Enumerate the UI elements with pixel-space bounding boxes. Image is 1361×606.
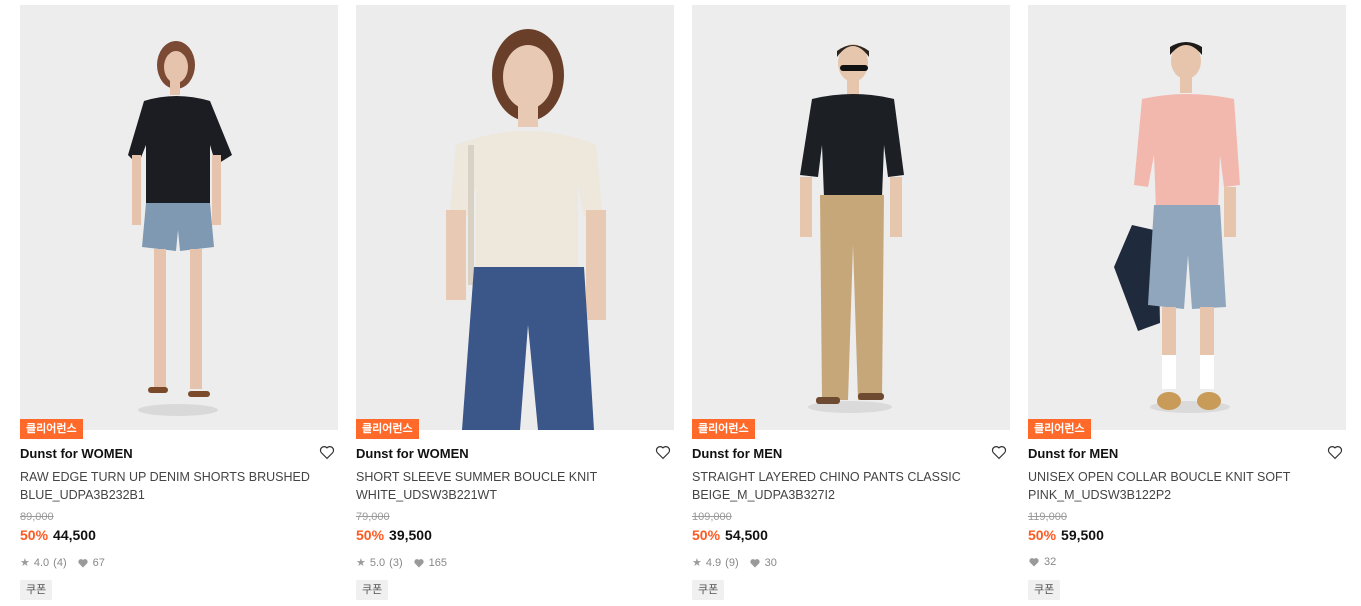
product-title[interactable]: UNISEX OPEN COLLAR BOUCLE KNIT SOFT PINK… [1028,468,1328,504]
model-photo [356,5,674,430]
review-count: (9) [725,556,739,569]
coupon-tag[interactable]: 쿠폰 [356,580,389,600]
like-count: 32 [1044,556,1057,568]
like-heart-icon [77,558,88,567]
clearance-badge: 클리어런스 [692,419,755,439]
star-icon: ★ [20,557,30,569]
review-meta: ★ 4.9 (9) 30 [692,556,777,570]
product-image[interactable] [356,5,674,430]
product-grid: 클리어런스 Dunst for WOMEN RAW EDGE TURN UP D… [20,5,1346,606]
star-icon: ★ [356,557,366,569]
review-meta: ★ 5.0 (3) 165 [356,556,447,570]
sale-price-row: 50% 44,500 [20,527,96,543]
model-photo [692,5,1010,430]
product-title[interactable]: STRAIGHT LAYERED CHINO PANTS CLASSIC BEI… [692,468,992,504]
model-photo [1028,5,1346,430]
sale-price: 59,500 [1061,527,1104,543]
product-image[interactable] [20,5,338,430]
sale-price: 44,500 [53,527,96,543]
product-image[interactable] [1028,5,1346,430]
like-heart-icon [749,558,760,567]
product-image[interactable] [692,5,1010,430]
review-meta: ★ 4.0 (4) 67 [20,556,105,570]
discount-rate: 50% [356,527,385,543]
product-title[interactable]: RAW EDGE TURN UP DENIM SHORTS BRUSHED BL… [20,468,320,504]
wishlist-heart-icon[interactable] [990,443,1008,461]
review-count: (4) [53,556,67,569]
discount-rate: 50% [20,527,49,543]
sale-price: 39,500 [389,527,432,543]
discount-rate: 50% [1028,527,1057,543]
product-card[interactable]: 클리어런스 Dunst for MEN STRAIGHT LAYERED CHI… [692,5,1010,606]
review-meta: 32 [1028,556,1056,568]
brand-name[interactable]: Dunst for WOMEN [20,446,133,461]
like-heart-icon [1029,558,1039,567]
coupon-tag[interactable]: 쿠폰 [692,580,725,600]
product-card[interactable]: 클리어런스 Dunst for MEN UNISEX OPEN COLLAR B… [1028,5,1346,606]
rating-value: 5.0 [369,556,386,569]
rating-value: 4.9 [705,556,722,569]
original-price: 119,000 [1028,511,1067,523]
clearance-badge: 클리어런스 [1028,419,1091,439]
original-price: 89,000 [20,511,54,523]
star-icon: ★ [692,557,702,569]
like-heart-icon [413,558,424,567]
product-card[interactable]: 클리어런스 Dunst for WOMEN SHORT SLEEVE SUMME… [356,5,674,606]
brand-name[interactable]: Dunst for MEN [692,446,782,461]
model-photo [20,5,338,430]
original-price: 79,000 [356,511,390,523]
like-count: 165 [428,556,447,569]
brand-name[interactable]: Dunst for MEN [1028,446,1118,461]
clearance-badge: 클리어런스 [20,419,83,439]
sale-price-row: 50% 59,500 [1028,527,1104,543]
discount-rate: 50% [692,527,721,543]
review-count: (3) [389,556,403,569]
product-card[interactable]: 클리어런스 Dunst for WOMEN RAW EDGE TURN UP D… [20,5,338,606]
like-count: 30 [764,556,777,569]
rating-value: 4.0 [33,556,50,569]
coupon-tag[interactable]: 쿠폰 [20,580,53,600]
sale-price: 54,500 [725,527,768,543]
wishlist-heart-icon[interactable] [654,443,672,461]
wishlist-heart-icon[interactable] [318,443,336,461]
like-count: 67 [92,556,105,569]
coupon-tag[interactable]: 쿠폰 [1028,580,1061,600]
brand-name[interactable]: Dunst for WOMEN [356,446,469,461]
clearance-badge: 클리어런스 [356,419,419,439]
original-price: 109,000 [692,511,732,523]
wishlist-heart-icon[interactable] [1326,443,1344,461]
sale-price-row: 50% 54,500 [692,527,768,543]
sale-price-row: 50% 39,500 [356,527,432,543]
product-title[interactable]: SHORT SLEEVE SUMMER BOUCLE KNIT WHITE_UD… [356,468,656,504]
